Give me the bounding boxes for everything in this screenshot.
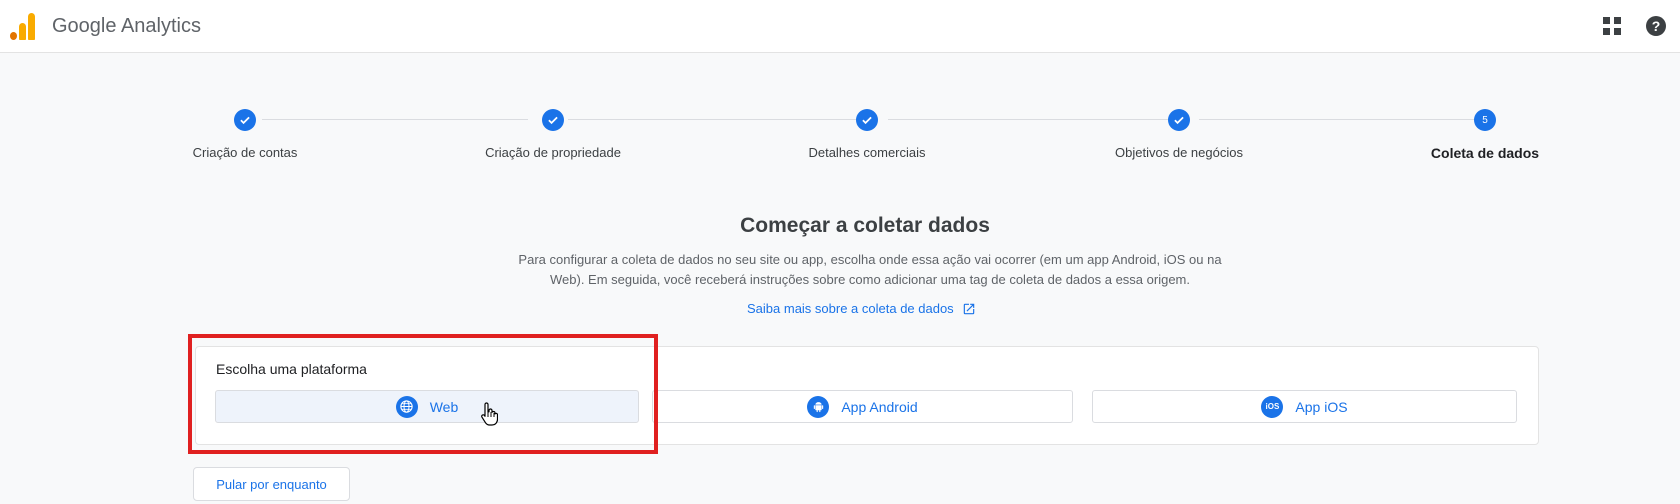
platform-web-label: Web [429,398,459,415]
step-label: Objetivos de negócios [1115,145,1243,160]
platform-android-button[interactable]: App Android [652,390,1073,423]
check-icon [234,109,256,131]
help-icon[interactable]: ? [1646,16,1666,36]
step-number-badge: 5 [1474,109,1496,131]
android-icon [807,395,830,418]
platform-selection-card: Escolha uma plataforma Web App Android i… [195,346,1539,445]
learn-more-link[interactable]: Saiba mais sobre a coleta de dados [747,301,976,316]
page-title: Começar a coletar dados [740,214,990,237]
step-label: Detalhes comerciais [808,145,926,160]
setup-stepper: Criação de contas Criação de propriedade… [0,105,1680,165]
check-icon [542,109,564,131]
globe-icon [395,395,418,418]
platform-web-button[interactable]: Web [215,390,639,423]
skip-for-now-button[interactable]: Pular por enquanto [193,467,350,501]
platform-ios-label: App iOS [1295,398,1348,415]
ios-icon: iOS [1261,395,1284,418]
apps-grid-icon[interactable] [1603,17,1621,35]
step-business-objectives: Objetivos de negócios [1059,105,1299,160]
step-label: Coleta de dados [1430,145,1540,161]
hand-pointer-cursor-icon [481,402,498,426]
top-app-bar: Google Analytics ? [0,0,1680,53]
step-data-collection: 5 Coleta de dados [1365,105,1605,161]
check-icon [1168,109,1190,131]
platform-android-label: App Android [841,398,918,415]
google-analytics-logo-icon[interactable] [10,12,36,40]
step-account-creation: Criação de contas [125,105,365,160]
step-label: Criação de contas [192,145,298,160]
step-label: Criação de propriedade [485,145,621,160]
platform-card-label: Escolha uma plataforma [216,361,367,377]
learn-more-label: Saiba mais sobre a coleta de dados [747,301,954,316]
open-in-new-icon [963,303,974,314]
platform-ios-button[interactable]: iOS App iOS [1092,390,1517,423]
check-icon [856,109,878,131]
app-title: Google Analytics [52,15,201,37]
step-business-details: Detalhes comerciais [747,105,987,160]
step-property-creation: Criação de propriedade [433,105,673,160]
page-description: Para configurar a coleta de dados no seu… [518,252,1222,287]
